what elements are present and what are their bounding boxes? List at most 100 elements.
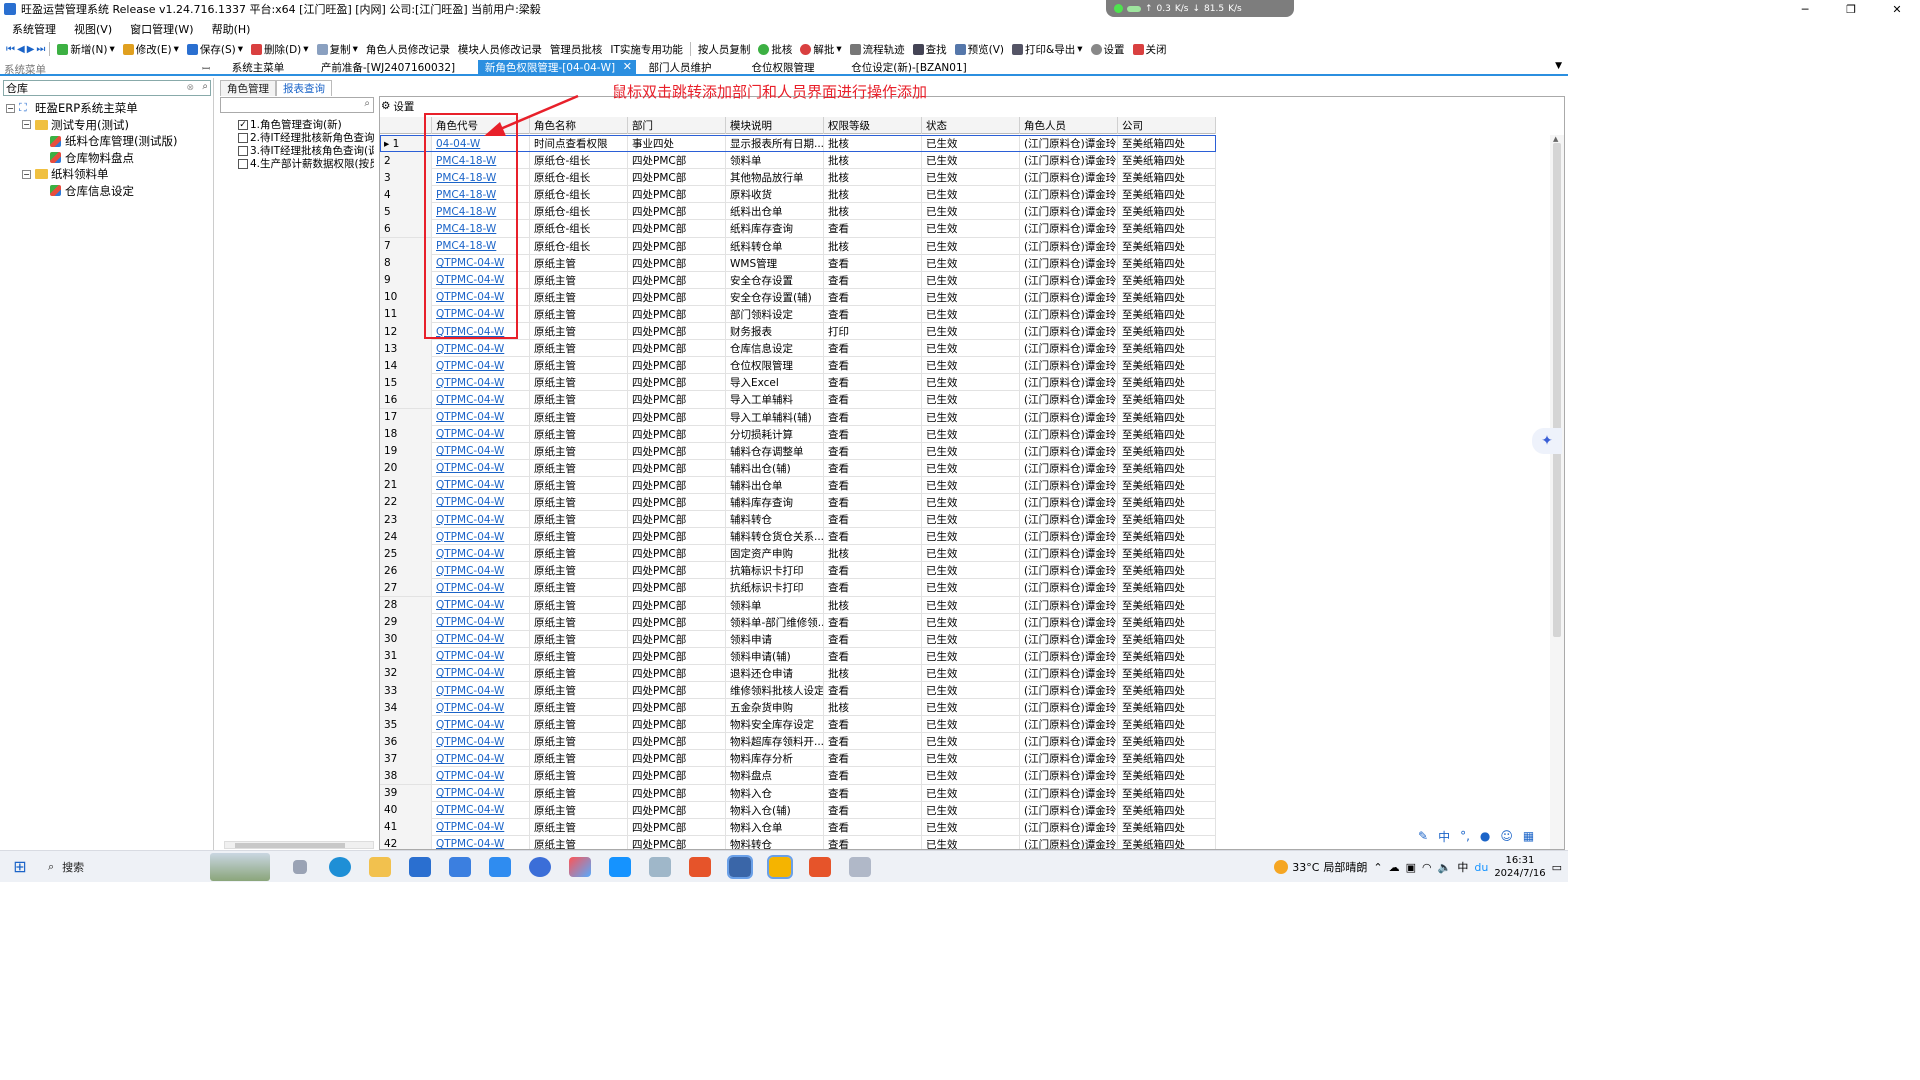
report-search-input[interactable]: ⌕ (220, 97, 374, 113)
role-code-link[interactable]: QTPMC-04-W (432, 682, 530, 699)
role-code-link[interactable]: QTPMC-04-W (432, 613, 530, 631)
report-item[interactable]: 3.待IT经理批核角色查询(调 (238, 144, 374, 157)
office-icon[interactable] (680, 851, 720, 883)
notes-icon[interactable] (640, 851, 680, 883)
column-header[interactable]: 模块说明 (726, 117, 824, 134)
table-row[interactable]: 40 QTPMC-04-W 原纸主管 四处PMC部 物料入仓(辅) 查看 已生效 (江门原料仓… (380, 801, 1216, 819)
table-row[interactable]: 41 QTPMC-04-W 原纸主管 四处PMC部 物料入仓单 查看 已生效 (江门原料仓)谭… (380, 818, 1216, 836)
task-view-icon[interactable] (280, 851, 320, 883)
photos-icon[interactable] (560, 851, 600, 883)
scroll-thumb[interactable] (1553, 143, 1561, 637)
tab-role-permission[interactable]: 新角色权限管理-[04-04-W] ✕ (478, 60, 636, 75)
table-row[interactable]: 27 QTPMC-04-W 原纸主管 四处PMC部 抗纸标识卡打印 查看 已生效 (江门原料仓… (380, 579, 1216, 597)
tree-node-test-folder[interactable]: − 测试专用(测试) (6, 117, 177, 134)
vertical-scrollbar[interactable]: ▲ (1550, 135, 1564, 849)
role-code-link[interactable]: QTPMC-04-W (432, 391, 530, 409)
menu-view[interactable]: 视图(V) (74, 21, 112, 37)
role-code-link[interactable]: QTPMC-04-W (432, 750, 530, 768)
unapprove-button[interactable]: 解批 ▾ (797, 42, 844, 57)
horizontal-scrollbar[interactable] (224, 841, 374, 849)
dingtalk-icon[interactable] (480, 851, 520, 883)
menu-system[interactable]: 系统管理 (12, 21, 56, 37)
table-row[interactable]: 18 QTPMC-04-W 原纸主管 四处PMC部 分切损耗计算 查看 已生效 (江门原料仓)… (380, 425, 1216, 443)
checkbox[interactable] (238, 158, 248, 169)
tab-role-management[interactable]: 角色管理 (220, 80, 276, 96)
table-row[interactable]: 19 QTPMC-04-W 原纸主管 四处PMC部 辅料仓存调整单 查看 已生效 (江门原料仓… (380, 442, 1216, 460)
search-icon[interactable]: ⌕ (202, 81, 208, 92)
save-button[interactable]: 保存(S) ▾ (184, 42, 246, 57)
tree-node-paper-warehouse[interactable]: 纸料仓库管理(测试版) (6, 133, 177, 150)
printer-tray-icon[interactable]: ▣ (1406, 861, 1416, 874)
minimize-button[interactable]: ─ (1782, 0, 1828, 18)
preview-button[interactable]: 预览(V) (952, 42, 1007, 57)
erp-window-icon[interactable] (720, 851, 760, 883)
windows-start-icon[interactable]: ⊞ (0, 851, 40, 883)
role-code-link[interactable]: QTPMC-04-W (432, 767, 530, 785)
table-row[interactable]: 24 QTPMC-04-W 原纸主管 四处PMC部 辅料转仓货仓关系... 查看 已生效 (江… (380, 528, 1216, 546)
it-function-button[interactable]: IT实施专用功能 (607, 42, 686, 57)
table-row[interactable]: 14 QTPMC-04-W 原纸主管 四处PMC部 仓位权限管理 查看 已生效 (江门原料仓)… (380, 357, 1216, 375)
checkbox-checked[interactable]: ✓ (238, 119, 248, 130)
column-header[interactable]: 公司 (1118, 117, 1216, 134)
role-code-link[interactable]: QTPMC-04-W (432, 493, 530, 511)
close-window-button[interactable]: ✕ (1874, 0, 1920, 18)
punctuation-icon[interactable]: °, (1460, 829, 1470, 843)
table-row[interactable]: 29 QTPMC-04-W 原纸主管 四处PMC部 领料单-部门维修领... 查看 已生效(… (380, 613, 1216, 631)
table-row[interactable]: 26 QTPMC-04-W 原纸主管 四处PMC部 抗箱标识卡打印 查看 已生效 (江门原料仓… (380, 562, 1216, 580)
tree-node-stock-count[interactable]: 仓库物料盘点 (6, 150, 177, 167)
role-code-link[interactable]: QTPMC-04-W (432, 647, 530, 665)
ime-mode[interactable]: 中 (1438, 828, 1450, 845)
tree-node-warehouse-info[interactable]: 仓库信息设定 (6, 183, 177, 200)
collapse-toggle-icon[interactable]: − (22, 169, 31, 179)
tree-node-root[interactable]: − ⛶ 旺盈ERP系统主菜单 (6, 100, 177, 117)
table-row[interactable]: 42 QTPMC-04-W 原纸主管 四处PMC部 物料转仓 查看 已生效 (江门原料仓)谭金… (380, 835, 1216, 849)
role-code-link[interactable]: QTPMC-04-W (432, 476, 530, 494)
clear-search-icon[interactable]: ⊗ (186, 83, 194, 93)
edge-browser-icon[interactable] (320, 851, 360, 883)
column-header[interactable]: 部门 (628, 117, 726, 134)
search-icon[interactable]: ⌕ (364, 98, 370, 109)
table-row[interactable]: 25 QTPMC-04-W 原纸主管 四处PMC部 固定资产申购 批核 已生效 (江门原料仓)… (380, 545, 1216, 563)
report-item[interactable]: 2.待IT经理批核新角色查询 (238, 131, 374, 144)
copy-button[interactable]: 复制 ▾ (314, 42, 361, 57)
role-code-link[interactable]: QTPMC-04-W (432, 408, 530, 426)
tab-report-query[interactable]: 报表查询 (276, 80, 332, 96)
assistant-icon[interactable]: ✦ (1532, 428, 1562, 454)
table-row[interactable]: 36 QTPMC-04-W 原纸主管 四处PMC部 物料超库存领料开... 查看 已生效 (江… (380, 733, 1216, 751)
ime-logo-icon[interactable]: ✎ (1418, 829, 1428, 843)
volume-icon[interactable]: 🔈 (1438, 861, 1452, 874)
clock[interactable]: 16:31 2024/7/16 (1494, 854, 1545, 880)
role-code-link[interactable]: QTPMC-04-W (432, 818, 530, 836)
role-code-link[interactable]: QTPMC-04-W (432, 545, 530, 563)
grid-menu-icon[interactable]: ▦ (1523, 829, 1534, 843)
search-highlight-image[interactable] (210, 852, 270, 881)
notification-icon[interactable]: ▭ (1552, 861, 1562, 874)
table-row[interactable]: 16 QTPMC-04-W 原纸主管 四处PMC部 导入工单辅料 查看 已生效 (江门原料仓)… (380, 391, 1216, 409)
table-row[interactable]: 21 QTPMC-04-W 原纸主管 四处PMC部 辅料出仓单 查看 已生效 (江门原料仓)谭… (380, 476, 1216, 494)
settings-button[interactable]: 设置 (1088, 42, 1128, 57)
role-code-link[interactable]: QTPMC-04-W (432, 579, 530, 597)
collapse-toggle-icon[interactable]: − (22, 120, 31, 130)
taskbar-search[interactable]: ⌕ 搜索 (40, 851, 210, 883)
chevron-up-icon[interactable]: ⌃ (1373, 861, 1382, 874)
report-item[interactable]: 4.生产部计薪数据权限(按员 (238, 157, 374, 170)
role-code-link[interactable]: QTPMC-04-W (432, 562, 530, 580)
table-row[interactable]: 38 QTPMC-04-W 原纸主管 四处PMC部 物料盘点 查看 已生效 (江门原料仓)谭金… (380, 767, 1216, 785)
table-row[interactable]: 22 QTPMC-04-W 原纸主管 四处PMC部 辅料库存查询 查看 已生效 (江门原料仓)… (380, 493, 1216, 512)
column-header[interactable]: 角色名称 (530, 117, 628, 134)
tab-dept-person[interactable]: 部门人员维护 (640, 60, 720, 75)
role-code-link[interactable]: QTPMC-04-W (432, 374, 530, 392)
admin-approve-button[interactable]: 管理员批核 (547, 42, 606, 57)
role-code-link[interactable]: QTPMC-04-W (432, 442, 530, 460)
column-header[interactable]: 权限等级 (824, 117, 922, 134)
tool-icon[interactable] (840, 851, 880, 883)
maximize-button[interactable]: ❐ (1828, 0, 1874, 18)
tab-system-main-menu[interactable]: 系统主菜单 (220, 60, 296, 75)
tab-close-icon[interactable]: ✕ (623, 60, 632, 73)
weather-widget[interactable]: 33°C 局部晴朗 (1274, 859, 1367, 875)
pin-icon[interactable]: ꟷ (202, 61, 210, 75)
file-explorer-icon[interactable] (360, 851, 400, 883)
office-icon-2[interactable] (800, 851, 840, 883)
role-code-link[interactable]: QTPMC-04-W (432, 425, 530, 443)
find-button[interactable]: 查找 (910, 42, 950, 57)
